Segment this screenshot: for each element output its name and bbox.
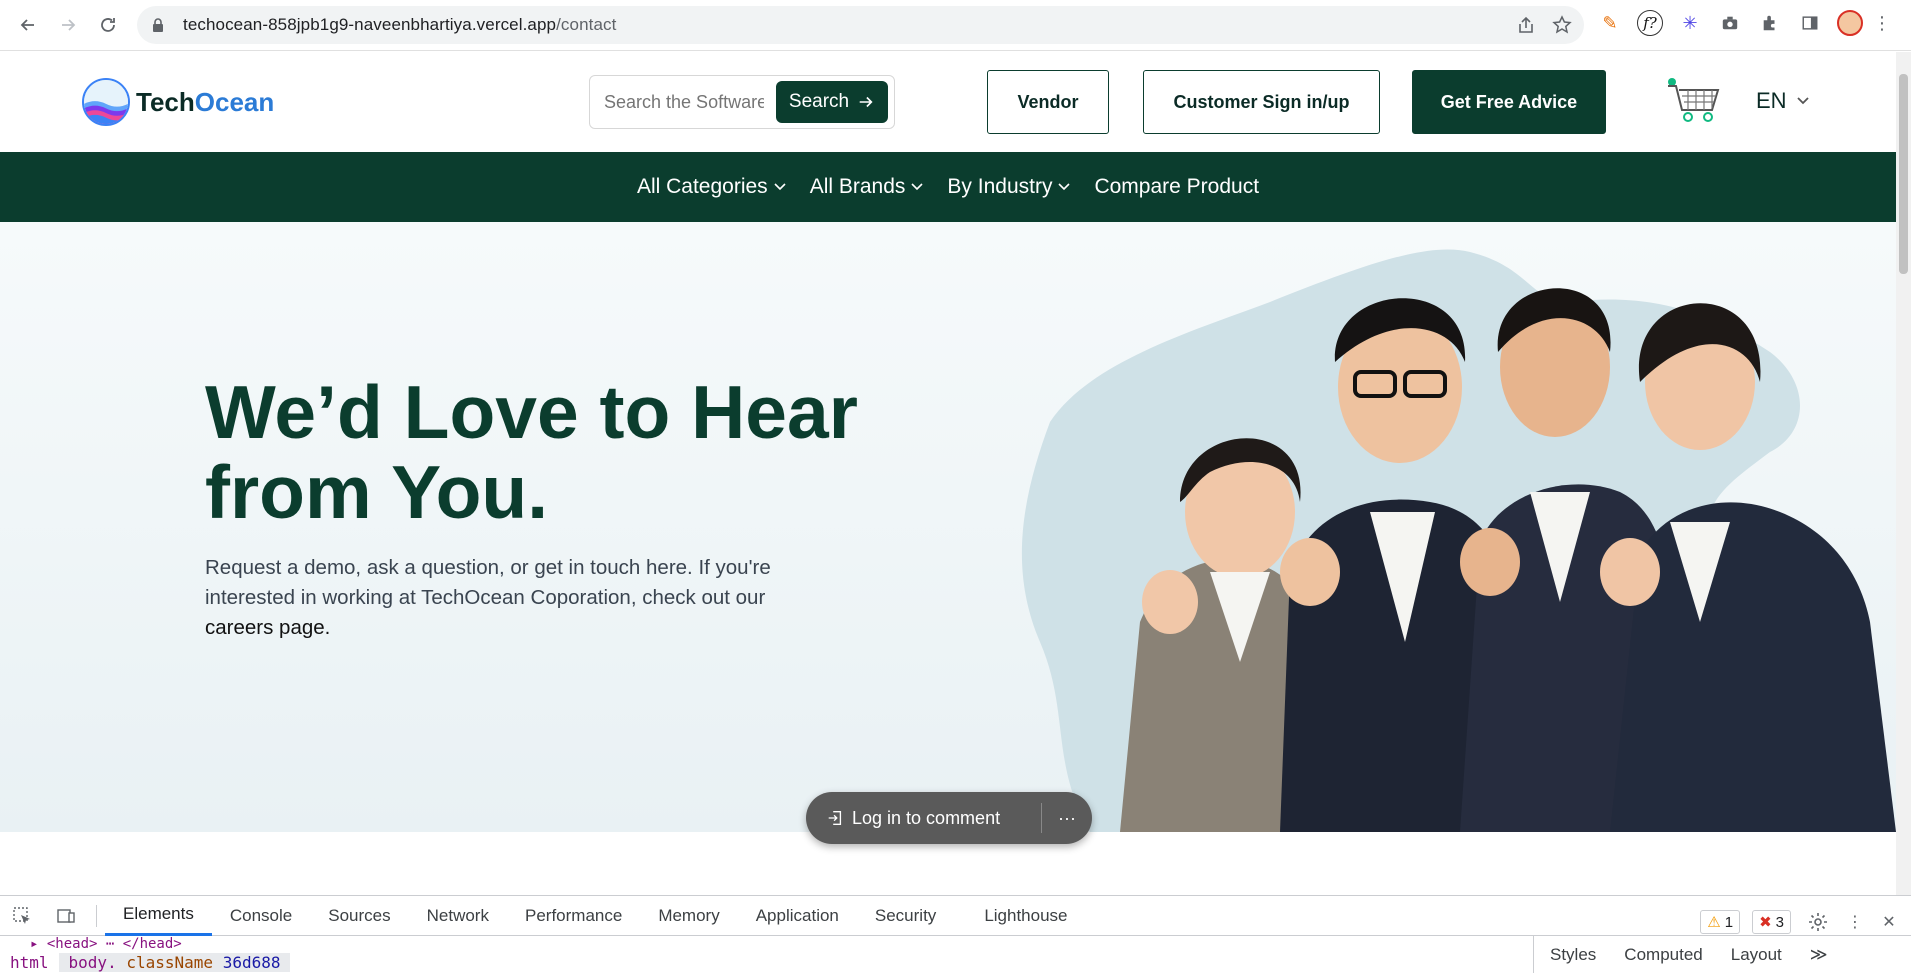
comment-toolbar: Log in to comment ··· [806, 792, 1092, 844]
warning-icon: ⚠ [1707, 914, 1721, 931]
page-title: We’d Love to Hear from You. [205, 370, 858, 534]
language-label: EN [1756, 88, 1787, 113]
styles-sidebar-tabs: Styles Computed Layout ≫ [1533, 936, 1828, 973]
browser-toolbar: techocean-858jpb1g9-naveenbhartiya.verce… [0, 0, 1911, 51]
chevron-down-icon [774, 183, 786, 191]
tab-console[interactable]: Console [212, 896, 310, 936]
hero-description-text: Request a demo, ask a question, or get i… [205, 556, 771, 609]
color-picker-extension-icon[interactable]: ✎ [1597, 10, 1623, 36]
hero-description: Request a demo, ask a question, or get i… [205, 553, 825, 643]
warnings-count: 1 [1724, 913, 1734, 931]
dom-tree-line[interactable]: ▸ <head> ⋯ </head> [30, 936, 182, 952]
cart-icon[interactable] [1664, 76, 1724, 124]
tab-layout[interactable]: Layout [1731, 945, 1782, 965]
devtools-panel: Elements Console Sources Network Perform… [0, 895, 1911, 973]
errors-badge[interactable]: ✖ 3 [1752, 910, 1791, 934]
log-in-to-comment-button[interactable]: Log in to comment [806, 803, 1042, 833]
careers-page-link[interactable]: careers page. [205, 616, 330, 639]
bookmark-star-icon[interactable] [1552, 15, 1572, 35]
nav-compare-product[interactable]: Compare Product [1094, 175, 1259, 199]
tab-security[interactable]: Security [857, 896, 954, 936]
search-button[interactable]: Search [776, 81, 888, 123]
divider [96, 904, 97, 927]
elements-panel: ▸ <head> ⋯ </head> html body. className … [0, 936, 1911, 973]
side-panel-icon[interactable] [1797, 10, 1823, 36]
tab-application[interactable]: Application [738, 896, 857, 936]
language-selector[interactable]: EN [1756, 88, 1811, 114]
contact-hero: We’d Love to Hear from You. Request a de… [0, 222, 1896, 832]
site-header: TechOcean Search Vendor Customer Sign in… [0, 52, 1896, 152]
forward-icon[interactable] [48, 5, 88, 45]
chevron-down-icon [1058, 183, 1071, 191]
breadcrumb-html[interactable]: html [0, 953, 59, 972]
techocean-logo[interactable]: TechOcean [82, 78, 274, 126]
login-icon [828, 811, 842, 825]
snowflake-extension-icon[interactable]: ✳ [1677, 10, 1703, 36]
tab-performance[interactable]: Performance [507, 896, 640, 936]
logo-mark-icon [82, 78, 130, 126]
nav-label: By Industry [947, 175, 1053, 198]
more-options-icon[interactable]: ··· [1042, 808, 1092, 829]
reload-icon[interactable] [88, 5, 128, 45]
more-tabs-icon[interactable]: ≫ [1810, 945, 1828, 965]
devtools-tabbar: Elements Console Sources Network Perform… [0, 896, 1911, 936]
share-icon[interactable] [1516, 15, 1536, 35]
camera-extension-icon[interactable] [1717, 10, 1743, 36]
tab-memory[interactable]: Memory [640, 896, 737, 936]
breadcrumb-body[interactable]: body. className 36d688 [58, 953, 291, 972]
nav-label: All Brands [809, 175, 906, 198]
font-extension-icon[interactable]: f? [1637, 10, 1663, 36]
tab-network[interactable]: Network [409, 896, 507, 936]
vendor-button[interactable]: Vendor [987, 70, 1109, 134]
nav-by-industry[interactable]: By Industry [947, 175, 1072, 199]
software-search: Search [589, 75, 895, 129]
url-text: techocean-858jpb1g9-naveenbhartiya.verce… [183, 15, 617, 34]
tab-elements[interactable]: Elements [105, 896, 212, 936]
address-bar[interactable]: techocean-858jpb1g9-naveenbhartiya.verce… [137, 6, 1584, 44]
tab-styles[interactable]: Styles [1550, 945, 1596, 965]
scrollbar-thumb[interactable] [1899, 74, 1908, 274]
tab-lighthouse[interactable]: Lighthouse [966, 896, 1085, 936]
nav-label: All Categories [636, 175, 768, 198]
arrow-right-icon [859, 96, 873, 108]
team-photo [1021, 249, 1896, 832]
warnings-badge[interactable]: ⚠ 1 [1700, 910, 1741, 934]
inspect-element-icon[interactable] [0, 896, 44, 936]
login-label: Log in to comment [852, 807, 1001, 828]
error-icon: ✖ [1759, 914, 1772, 931]
nav-all-categories[interactable]: All Categories [637, 175, 788, 199]
back-icon[interactable] [8, 5, 48, 45]
device-toolbar-icon[interactable] [44, 896, 88, 936]
search-input[interactable] [604, 91, 764, 113]
tab-computed[interactable]: Computed [1624, 945, 1702, 965]
main-navigation: All Categories All Brands By Industry Co… [0, 152, 1896, 222]
search-button-label: Search [788, 91, 850, 112]
logo-text: TechOcean [136, 86, 275, 117]
nav-label: Compare Product [1094, 175, 1260, 198]
tab-sources[interactable]: Sources [310, 896, 408, 936]
extensions-puzzle-icon[interactable] [1757, 10, 1783, 36]
nav-all-brands[interactable]: All Brands [810, 175, 926, 199]
page-scrollbar[interactable] [1896, 52, 1911, 895]
chevron-down-icon [911, 183, 923, 191]
browser-menu-icon[interactable]: ⋮ [1873, 10, 1891, 36]
get-free-advice-button[interactable]: Get Free Advice [1412, 70, 1606, 134]
chevron-down-icon [1796, 97, 1809, 105]
profile-avatar[interactable] [1837, 10, 1863, 36]
lock-icon [153, 18, 163, 32]
customer-signin-button[interactable]: Customer Sign in/up [1143, 70, 1380, 134]
errors-count: 3 [1775, 913, 1784, 931]
dom-breadcrumb: html body. className 36d688 [0, 952, 291, 973]
